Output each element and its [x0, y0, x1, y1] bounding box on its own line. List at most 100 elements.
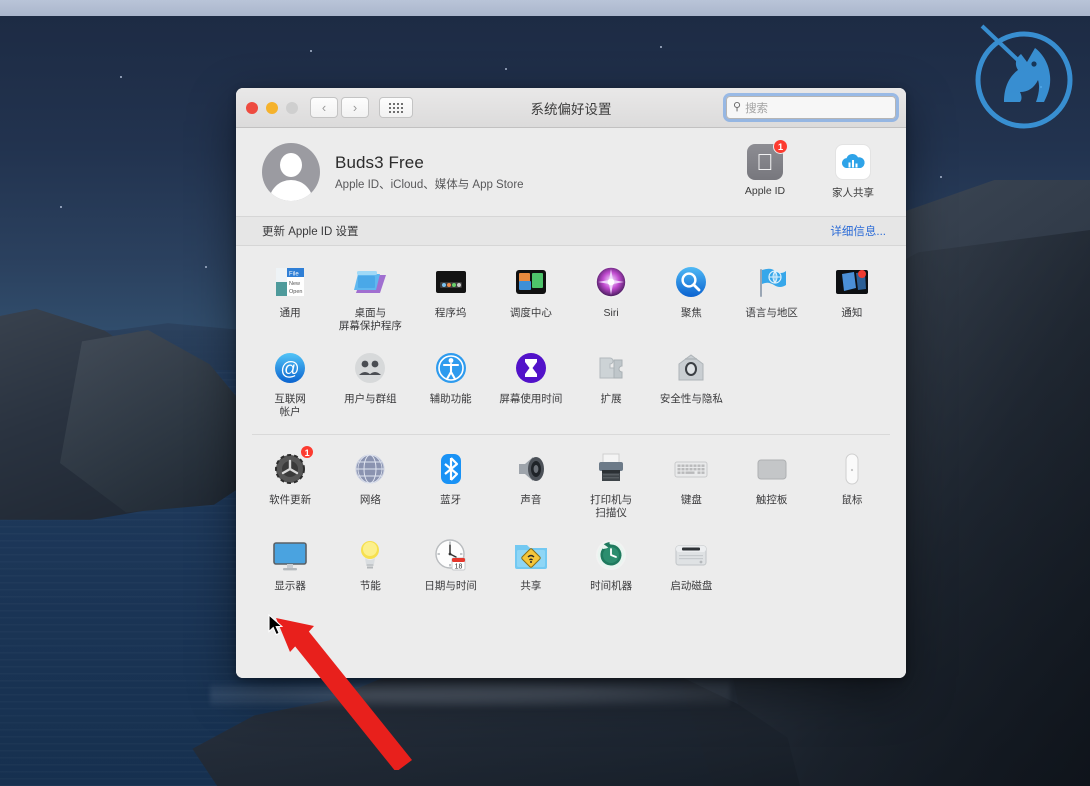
system-preferences-window[interactable]: ‹ › 系统偏好设置 ⚲ 搜索 Buds3 Free Apple ID、iClo… [236, 88, 906, 678]
pref-software-update[interactable]: 1 软件更新 [250, 442, 330, 528]
wallpaper-foam [210, 680, 730, 710]
update-message: 更新 Apple ID 设置 [262, 226, 359, 238]
pref-label: 辅助功能 [429, 393, 472, 406]
pref-label: 屏幕使用时间 [499, 393, 563, 406]
search-placeholder: 搜索 [745, 102, 769, 115]
pref-label: 桌面与 屏幕保护程序 [338, 307, 402, 333]
apple-id-badge: 1 [773, 139, 788, 154]
pref-network[interactable]: 网络 [330, 442, 410, 528]
close-button-icon[interactable] [246, 101, 258, 114]
pref-family-sharing[interactable]: 家人共享 [822, 144, 884, 200]
software-update-badge: 1 [300, 444, 315, 459]
pref-row-2: @ 互联网 帐户 用户与群组 辅助功能 屏幕使用时间 扩展 安全性与隐私 [236, 341, 906, 427]
apple-id-update-bar: 更新 Apple ID 设置 详细信息... [236, 216, 906, 246]
pref-desktop-screensaver[interactable]: 桌面与 屏幕保护程序 [330, 255, 410, 341]
pref-energy-saver[interactable]: 节能 [330, 528, 410, 601]
pref-displays[interactable]: 显示器 [250, 528, 330, 601]
pref-label: 鼠标 [841, 493, 863, 506]
users-groups-icon [350, 348, 390, 388]
sound-icon [511, 449, 551, 489]
notifications-icon [832, 262, 872, 302]
pref-security-privacy[interactable]: 安全性与隐私 [651, 341, 731, 427]
siri-icon [591, 262, 631, 302]
pref-users-groups[interactable]: 用户与群组 [330, 341, 410, 427]
pref-screen-time[interactable]: 屏幕使用时间 [491, 341, 571, 427]
pref-label: Siri [603, 307, 619, 319]
pref-row-1: File New Open 通用 桌面与 屏幕保护程序 程序坞 调度中心 Sir… [236, 255, 906, 341]
family-sharing-cloud-icon [835, 144, 871, 180]
pref-label: 打印机与 扫描仪 [590, 493, 633, 519]
pref-language-region[interactable]: 语言与地区 [732, 255, 812, 341]
search-field-focus-ring: ⚲ 搜索 [726, 96, 896, 119]
svg-text:New: New [289, 281, 300, 287]
pref-label: 共享 [520, 579, 542, 592]
update-details-link[interactable]: 详细信息... [830, 223, 886, 239]
traffic-light-group [246, 101, 298, 114]
pref-mission-control[interactable]: 调度中心 [491, 255, 571, 341]
pref-extensions[interactable]: 扩展 [571, 341, 651, 427]
navigation-button-group: ‹ › [310, 97, 369, 118]
pref-general[interactable]: File New Open 通用 [250, 255, 330, 341]
forward-button[interactable]: › [341, 97, 369, 118]
chevron-left-icon: ‹ [321, 100, 327, 115]
pref-accessibility[interactable]: 辅助功能 [411, 341, 491, 427]
network-icon [350, 449, 390, 489]
window-titlebar: ‹ › 系统偏好设置 ⚲ 搜索 [236, 88, 906, 128]
account-shortcuts:  1 Apple ID [734, 139, 884, 200]
mouse-cursor-icon [268, 614, 284, 636]
grid-view-icon [389, 102, 403, 113]
pref-label: 启动磁盘 [670, 579, 713, 592]
pref-label: 日期与时间 [424, 579, 477, 592]
printers-scanners-icon [591, 449, 631, 489]
pref-label: 节能 [359, 579, 381, 592]
pref-mouse[interactable]: 鼠标 [812, 442, 892, 528]
section-divider [252, 433, 890, 435]
mission-control-icon [511, 262, 551, 302]
pref-internet-accounts[interactable]: @ 互联网 帐户 [250, 341, 330, 427]
avatar-body-shape [269, 180, 313, 201]
pref-row-3: 1 软件更新 网络 蓝牙 声音 打印机与 扫描仪 键盘 触控板 鼠标 [236, 442, 906, 528]
pref-siri[interactable]: Siri [571, 255, 651, 341]
show-all-button[interactable] [379, 97, 413, 118]
back-button[interactable]: ‹ [310, 97, 338, 118]
keyboard-icon [671, 449, 711, 489]
pref-label: 时间机器 [590, 579, 633, 592]
pref-date-time[interactable]: 18 日期与时间 [411, 528, 491, 601]
pref-label: 显示器 [274, 579, 306, 592]
pref-printers-scanners[interactable]: 打印机与 扫描仪 [571, 442, 651, 528]
pref-label: 扩展 [600, 393, 622, 406]
pref-label: 键盘 [680, 493, 702, 506]
pref-trackpad[interactable]: 触控板 [732, 442, 812, 528]
pref-dock[interactable]: 程序坞 [411, 255, 491, 341]
pref-startup-disk[interactable]: 启动磁盘 [651, 528, 731, 601]
internet-accounts-icon: @ [270, 348, 310, 388]
pref-apple-id[interactable]:  1 Apple ID [734, 139, 796, 197]
pref-notifications[interactable]: 通知 [812, 255, 892, 341]
sharing-icon [511, 535, 551, 575]
pref-label: 互联网 帐户 [274, 393, 306, 419]
pref-time-machine[interactable]: 时间机器 [571, 528, 651, 601]
preferences-pane: File New Open 通用 桌面与 屏幕保护程序 程序坞 调度中心 Sir… [236, 246, 906, 678]
pref-label: 蓝牙 [440, 493, 462, 506]
pref-sound[interactable]: 声音 [491, 442, 571, 528]
avatar[interactable] [262, 143, 320, 201]
account-text-block: Buds3 Free Apple ID、iCloud、媒体与 App Store [335, 153, 524, 192]
svg-text:@: @ [280, 359, 299, 380]
minimize-button-icon[interactable] [266, 101, 278, 114]
search-input[interactable]: ⚲ 搜索 [726, 96, 896, 119]
pref-bluetooth[interactable]: 蓝牙 [411, 442, 491, 528]
family-sharing-glyph [835, 144, 871, 180]
general-icon: File New Open [270, 262, 310, 302]
apple-id-label: Apple ID [744, 185, 786, 197]
displays-icon [270, 535, 310, 575]
pref-label: 声音 [520, 493, 542, 506]
svg-text:18: 18 [454, 563, 462, 570]
bluetooth-icon [431, 449, 471, 489]
pref-spotlight[interactable]: 聚焦 [651, 255, 731, 341]
date-time-icon: 18 [431, 535, 471, 575]
svg-text:Open: Open [289, 289, 302, 295]
software-update-icon: 1 [270, 444, 315, 489]
pref-keyboard[interactable]: 键盘 [651, 442, 731, 528]
pref-sharing[interactable]: 共享 [491, 528, 571, 601]
apple-id-account-header[interactable]: Buds3 Free Apple ID、iCloud、媒体与 App Store… [236, 128, 906, 216]
